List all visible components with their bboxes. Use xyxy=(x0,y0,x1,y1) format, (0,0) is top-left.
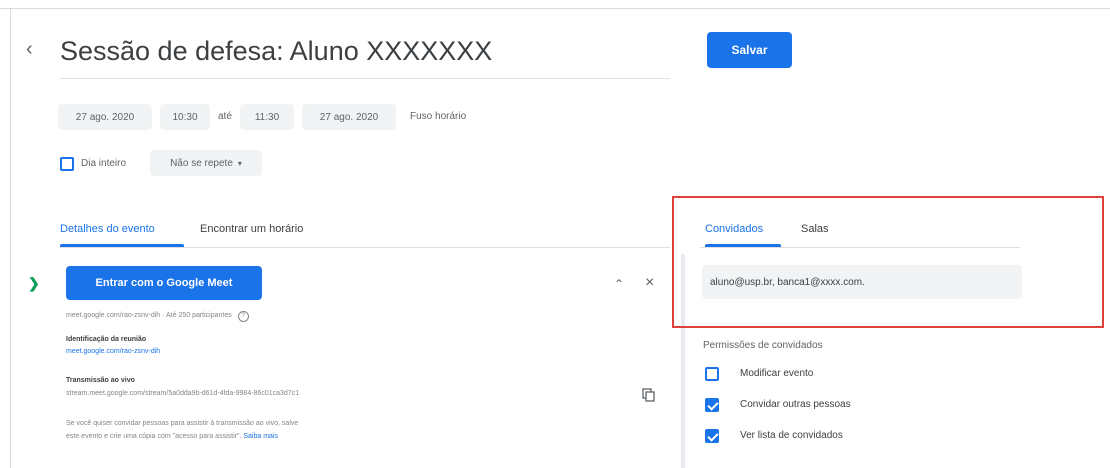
permission-see-guest-list-label: Ver lista de convidados xyxy=(740,430,843,441)
copy-icon[interactable] xyxy=(642,388,656,402)
join-google-meet-button[interactable]: Entrar com o Google Meet xyxy=(66,266,262,300)
meeting-id-link[interactable]: meet.google.com/rao-zsnv-dih xyxy=(66,348,160,355)
start-date-field[interactable]: 27 ago. 2020 xyxy=(58,104,152,130)
permission-modify-event-label: Modificar evento xyxy=(740,368,814,379)
meeting-id-label: Identificação da reunião xyxy=(66,336,147,343)
livestream-label: Transmissão ao vivo xyxy=(66,377,135,384)
time-separator: até xyxy=(218,111,232,122)
livestream-note-line2: este evento e crie uma cópia com "acesso… xyxy=(66,433,278,440)
caret-down-icon: ▾ xyxy=(237,158,242,168)
chevron-up-icon[interactable]: ⌃ xyxy=(614,276,624,292)
start-time-field[interactable]: 10:30 xyxy=(160,104,210,130)
end-date-field[interactable]: 27 ago. 2020 xyxy=(302,104,396,130)
close-icon[interactable]: × xyxy=(645,275,654,291)
livestream-note-line1: Se você quiser convidar pessoas para ass… xyxy=(66,420,299,427)
left-tabs-divider xyxy=(60,247,670,248)
permission-invite-others-label: Convidar outras pessoas xyxy=(740,399,851,410)
meet-link-line: meet.google.com/rao-zsnv-dih · Até 250 p… xyxy=(66,311,249,322)
frame-left-border xyxy=(10,8,11,468)
frame-top-border xyxy=(0,8,1110,9)
save-button[interactable]: Salvar xyxy=(707,32,792,68)
all-day-checkbox[interactable] xyxy=(60,157,74,171)
timezone-link[interactable]: Fuso horário xyxy=(410,111,466,122)
help-circle-icon[interactable]: ? xyxy=(237,311,249,322)
permission-modify-event-checkbox[interactable] xyxy=(705,367,719,381)
event-title-field[interactable]: Sessão de defesa: Aluno XXXXXXX xyxy=(60,36,492,67)
all-day-label: Dia inteiro xyxy=(81,158,127,169)
permission-invite-others-checkbox[interactable] xyxy=(705,398,719,412)
end-time-field[interactable]: 11:30 xyxy=(240,104,294,130)
repeat-dropdown[interactable]: Não se repete ▾ xyxy=(150,150,262,176)
title-underline xyxy=(60,78,670,79)
livestream-link[interactable]: stream.meet.google.com/stream/5a0dda9b-d… xyxy=(66,390,299,397)
learn-more-link[interactable]: Saiba mais xyxy=(243,433,278,440)
permission-see-guest-list-checkbox[interactable] xyxy=(705,429,719,443)
repeat-label: Não se repete xyxy=(170,157,233,169)
highlight-box xyxy=(672,196,1104,328)
guest-permissions-title: Permissões de convidados xyxy=(703,340,823,351)
meet-link-text: meet.google.com/rao-zsnv-dih · Até 250 p… xyxy=(66,312,232,319)
tab-event-details[interactable]: Detalhes do evento xyxy=(60,223,155,235)
tab-find-time[interactable]: Encontrar um horário xyxy=(200,223,303,235)
livestream-note-text: este evento e crie uma cópia com "acesso… xyxy=(66,433,242,440)
chevron-left-icon[interactable]: ‹ xyxy=(26,38,33,61)
google-meet-icon: ❯ xyxy=(28,275,40,291)
